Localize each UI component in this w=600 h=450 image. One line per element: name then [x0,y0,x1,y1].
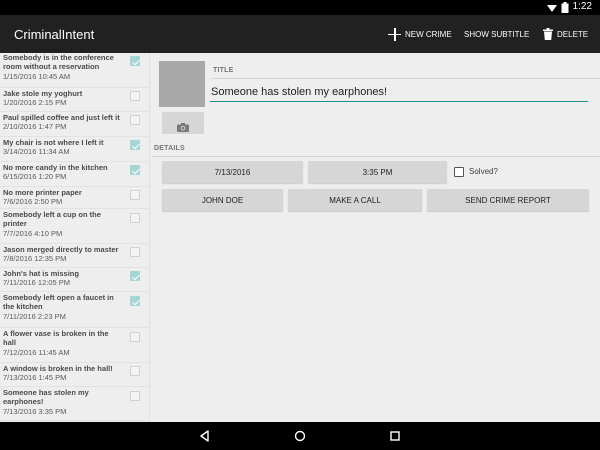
crime-date: 7/11/2016 2:23 PM [3,312,66,321]
crime-date: 1/15/2016 10:45 AM [3,72,71,81]
home-icon[interactable] [293,429,307,443]
show-subtitle-label: SHOW SUBTITLE [464,29,530,39]
crime-title: Somebody left open a faucet in the kitch… [3,293,114,311]
crime-list-item[interactable]: Somebody left open a faucet in the kitch… [0,292,149,328]
crime-title: My chair is not where I left it [3,138,104,147]
crime-title-input[interactable] [210,85,588,102]
details-divider [152,156,600,157]
delete-label: DELETE [557,29,589,39]
solved-indicator [130,165,140,175]
solved-indicator [130,56,140,66]
crime-date: 6/15/2016 1:20 PM [3,172,67,181]
crime-date: 7/11/2016 12:05 PM [3,278,70,287]
plus-icon [388,27,401,41]
action-bar: CriminalIntent NEW CRIME SHOW SUBTITLE D… [0,15,600,53]
status-icons: 1:22 [546,1,592,13]
crime-list-item[interactable]: A flower vase is broken in the hall 7/12/… [0,328,149,363]
solved-indicator [130,366,140,376]
crime-photo [159,61,205,107]
battery-icon [561,1,569,13]
crime-list-item[interactable]: Jake stole my yoghurt 1/20/2016 2:15 PM [0,88,149,112]
show-subtitle-button[interactable]: SHOW SUBTITLE [464,15,529,53]
crime-title: Somebody left a cup on the printer [3,210,101,228]
crime-title: No more printer paper [3,188,82,197]
crime-list-item[interactable]: No more candy in the kitchen 6/15/2016 1:… [0,162,149,187]
crime-list-item[interactable]: Somebody left a cup on the printer 7/7/20… [0,209,149,244]
solved-checkbox[interactable] [454,167,464,177]
solved-indicator [130,213,140,223]
solved-label: Solved? [469,167,498,176]
crime-list-item[interactable]: A window is broken in the hall! 7/13/2016… [0,363,149,387]
crime-date: 7/12/2016 11:45 AM [3,348,70,357]
crime-title: Paul spilled coffee and just left it [3,113,120,122]
crime-date: 7/8/2016 12:35 PM [3,254,67,263]
solved-indicator [130,91,140,101]
delete-button[interactable]: DELETE [543,15,588,53]
wifi-icon [546,2,557,12]
crime-title: Somebody is in the conference room witho… [3,53,114,71]
camera-button[interactable] [162,112,204,134]
trash-icon [543,28,553,40]
crime-title: Jason merged directly to master [3,245,119,254]
crime-date: 2/10/2016 1:47 PM [3,122,67,131]
crime-list-item[interactable]: Someone has stolen my earphones! 7/13/201… [0,387,149,421]
new-crime-button[interactable]: NEW CRIME [388,15,452,53]
crime-title: A flower vase is broken in the hall [3,329,109,347]
solved-indicator [130,115,140,125]
crime-list-item[interactable]: John's hat is missing 7/11/2016 12:05 PM [0,268,149,292]
solved-indicator [130,332,140,342]
solved-indicator [130,247,140,257]
new-crime-label: NEW CRIME [405,29,452,39]
crime-title: John's hat is missing [3,269,79,278]
back-icon[interactable] [198,429,212,443]
crime-date: 7/13/2016 3:35 PM [3,407,67,416]
crime-title: Jake stole my yoghurt [3,89,83,98]
crime-date: 7/7/2016 4:10 PM [3,229,63,238]
send-report-button[interactable]: SEND CRIME REPORT [427,189,589,211]
crime-title: No more candy in the kitchen [3,163,108,172]
crime-list-item[interactable]: Jason merged directly to master 7/8/2016 … [0,244,149,268]
crime-date: 3/14/2016 11:34 AM [3,147,70,156]
crime-date: 1/20/2016 2:15 PM [3,98,67,107]
solved-indicator [130,391,140,401]
solved-indicator [130,271,140,281]
date-button[interactable]: 7/13/2016 [162,161,303,183]
crime-list[interactable]: Somebody is in the conference room witho… [0,53,150,422]
make-call-button[interactable]: MAKE A CALL [288,189,422,211]
crime-detail: TITLE DETAILS 7/13/2016 3:35 PM Solved? … [150,53,600,422]
crime-title: Someone has stolen my earphones! [3,388,89,406]
details-label: DETAILS [154,145,185,152]
status-time: 1:22 [572,1,592,12]
solved-indicator [130,140,140,150]
time-button[interactable]: 3:35 PM [308,161,447,183]
choose-suspect-button[interactable]: JOHN DOE [162,189,283,211]
navigation-bar [0,422,600,450]
crime-list-item[interactable]: My chair is not where I left it 3/14/2016… [0,137,149,162]
crime-title: A window is broken in the hall! [3,364,113,373]
crime-date: 7/6/2016 2:50 PM [3,197,63,206]
app-title: CriminalIntent [14,27,95,42]
title-label: TITLE [213,67,234,74]
crime-list-item[interactable]: No more printer paper 7/6/2016 2:50 PM [0,187,149,209]
crime-list-item[interactable]: Somebody is in the conference room witho… [0,53,149,88]
camera-icon [177,119,189,132]
title-divider [211,78,600,79]
crime-list-item[interactable]: Paul spilled coffee and just left it 2/10… [0,112,149,137]
recents-icon[interactable] [388,429,402,443]
solved-indicator [130,296,140,306]
status-bar: 1:22 [0,0,600,15]
crime-date: 7/13/2016 1:45 PM [3,373,67,382]
solved-indicator [130,190,140,200]
